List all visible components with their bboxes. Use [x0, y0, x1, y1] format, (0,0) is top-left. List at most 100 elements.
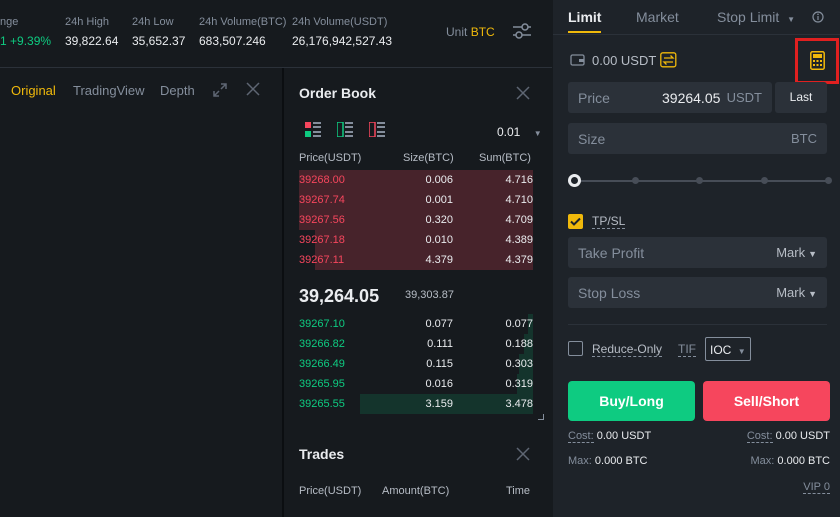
- order-book-panel: Order Book 0.01 ▼ Price(USDT) Size(BTC) …: [284, 68, 552, 424]
- row-sum: 4.379: [505, 254, 533, 266]
- resize-handle[interactable]: [538, 414, 544, 420]
- ask-row[interactable]: 39267.11 4.379 4.379: [299, 250, 533, 270]
- tab-original[interactable]: Original: [11, 83, 56, 98]
- sum-header: Sum(BTC): [479, 152, 531, 164]
- chart-panel: Original TradingView Depth: [0, 68, 282, 517]
- book-bids-icon[interactable]: [337, 122, 353, 137]
- bid-row[interactable]: 39266.82 0.111 0.188: [299, 334, 533, 354]
- stop-loss-input[interactable]: Stop Loss Mark ▼: [568, 277, 827, 308]
- row-size: 3.159: [425, 398, 453, 410]
- row-size: 0.006: [425, 174, 453, 186]
- row-sum: 3.478: [505, 398, 533, 410]
- close-icon[interactable]: [516, 86, 530, 100]
- ask-row[interactable]: 39267.74 0.001 4.710: [299, 190, 533, 210]
- depth-bar: [315, 250, 533, 270]
- volume-usdt-label: 24h Volume(USDT): [292, 16, 388, 28]
- unit-label: Unit: [446, 25, 468, 39]
- take-profit-mode-select[interactable]: Mark ▼: [776, 245, 817, 260]
- cost-label: Cost:: [568, 430, 594, 443]
- slider-step[interactable]: [632, 177, 639, 184]
- reduce-only-label[interactable]: Reduce-Only: [592, 342, 663, 357]
- last-price-button[interactable]: Last: [775, 82, 827, 113]
- sell-max-value: 0.000 BTC: [777, 455, 830, 467]
- price-input[interactable]: Price 39264.05 USDT: [568, 82, 772, 113]
- check-icon: [570, 217, 581, 226]
- tif-label[interactable]: TIF: [678, 342, 696, 357]
- tpsl-checkbox[interactable]: [568, 214, 583, 229]
- active-tab-indicator: [568, 31, 601, 33]
- ask-row[interactable]: 39267.18 0.010 4.389: [299, 230, 533, 250]
- take-profit-label: Take Profit: [578, 245, 645, 261]
- change-value: 1 +9.39%: [0, 34, 52, 48]
- tab-limit[interactable]: Limit: [568, 9, 601, 25]
- change-label: nge: [0, 16, 19, 28]
- row-size: 0.016: [425, 378, 453, 390]
- order-form-panel: Limit Market Stop Limit ▼ 0.00 USDT Pric…: [553, 0, 840, 517]
- expand-icon[interactable]: [212, 82, 228, 98]
- caret-down-icon: ▼: [808, 249, 817, 259]
- unit-selector[interactable]: Unit BTC: [446, 25, 495, 39]
- row-size: 0.115: [426, 358, 453, 370]
- book-both-sides-icon[interactable]: [305, 122, 321, 137]
- ticker-bar: nge 1 +9.39% 24h High 39,822.64 24h Low …: [0, 0, 552, 67]
- bid-row[interactable]: 39265.55 3.159 3.478: [299, 394, 533, 414]
- precision-select[interactable]: 0.01 ▼: [497, 125, 542, 139]
- tab-depth[interactable]: Depth: [160, 83, 195, 98]
- row-price: 39267.74: [299, 194, 345, 206]
- row-sum: 0.188: [505, 338, 533, 350]
- take-profit-input[interactable]: Take Profit Mark ▼: [568, 237, 827, 268]
- tab-tradingview[interactable]: TradingView: [73, 83, 145, 98]
- mark-price: 39,303.87: [405, 289, 454, 301]
- chevron-down-icon: ▼: [787, 15, 796, 24]
- row-price: 39267.10: [299, 318, 345, 330]
- slider-step[interactable]: [825, 177, 832, 184]
- bid-row[interactable]: 39265.95 0.016 0.319: [299, 374, 533, 394]
- stop-loss-mode: Mark: [776, 285, 806, 300]
- wallet-icon: [570, 54, 585, 66]
- buy-long-button[interactable]: Buy/Long: [568, 381, 695, 421]
- stop-loss-mode-select[interactable]: Mark ▼: [776, 285, 817, 300]
- tab-market[interactable]: Market: [636, 9, 679, 25]
- trades-amount-header: Amount(BTC): [382, 485, 450, 497]
- row-size: 0.111: [427, 338, 453, 350]
- chevron-down-icon: ▼: [533, 129, 542, 138]
- stop-limit-label: Stop Limit: [717, 9, 780, 25]
- slider-step[interactable]: [696, 177, 703, 184]
- buy-max-value: 0.000 BTC: [594, 455, 648, 467]
- sell-short-button[interactable]: Sell/Short: [703, 381, 830, 421]
- tab-stop-limit[interactable]: Stop Limit ▼: [717, 9, 795, 25]
- row-size: 0.010: [425, 234, 453, 246]
- transfer-icon[interactable]: [660, 52, 677, 68]
- book-asks-icon[interactable]: [369, 122, 385, 137]
- size-slider-handle[interactable]: [568, 174, 581, 187]
- info-icon[interactable]: [812, 11, 824, 23]
- buy-max: Max: 0.000 BTC: [568, 455, 648, 467]
- row-sum: 4.716: [505, 174, 533, 186]
- volume-btc-label: 24h Volume(BTC): [199, 16, 287, 28]
- volume-btc-value: 683,507.246: [199, 34, 266, 48]
- reduce-only-checkbox[interactable]: [568, 341, 583, 356]
- tif-select[interactable]: IOC ▼: [705, 337, 751, 361]
- ask-row[interactable]: 39268.00 0.006 4.716: [299, 170, 533, 190]
- order-book-title: Order Book: [299, 85, 377, 101]
- close-icon[interactable]: [516, 447, 530, 461]
- bid-row[interactable]: 39266.49 0.115 0.303: [299, 354, 533, 374]
- close-icon[interactable]: [246, 82, 260, 96]
- tif-value: IOC: [710, 343, 732, 357]
- vip-level[interactable]: VIP 0: [803, 481, 830, 494]
- row-size: 4.379: [425, 254, 453, 266]
- row-sum: 0.303: [505, 358, 533, 370]
- size-input[interactable]: Size BTC: [568, 123, 827, 154]
- low-value: 35,652.37: [132, 34, 186, 48]
- row-price: 39267.18: [299, 234, 345, 246]
- precision-value: 0.01: [497, 125, 521, 139]
- tpsl-label[interactable]: TP/SL: [592, 214, 626, 229]
- ask-row[interactable]: 39267.56 0.320 4.709: [299, 210, 533, 230]
- slider-step[interactable]: [761, 177, 768, 184]
- row-price: 39266.82: [299, 338, 345, 350]
- row-sum: 0.319: [505, 378, 533, 390]
- settings-sliders-icon[interactable]: [512, 22, 532, 40]
- high-label: 24h High: [65, 16, 110, 28]
- calculator-icon[interactable]: [810, 51, 825, 70]
- bid-row[interactable]: 39267.10 0.077 0.077: [299, 314, 533, 334]
